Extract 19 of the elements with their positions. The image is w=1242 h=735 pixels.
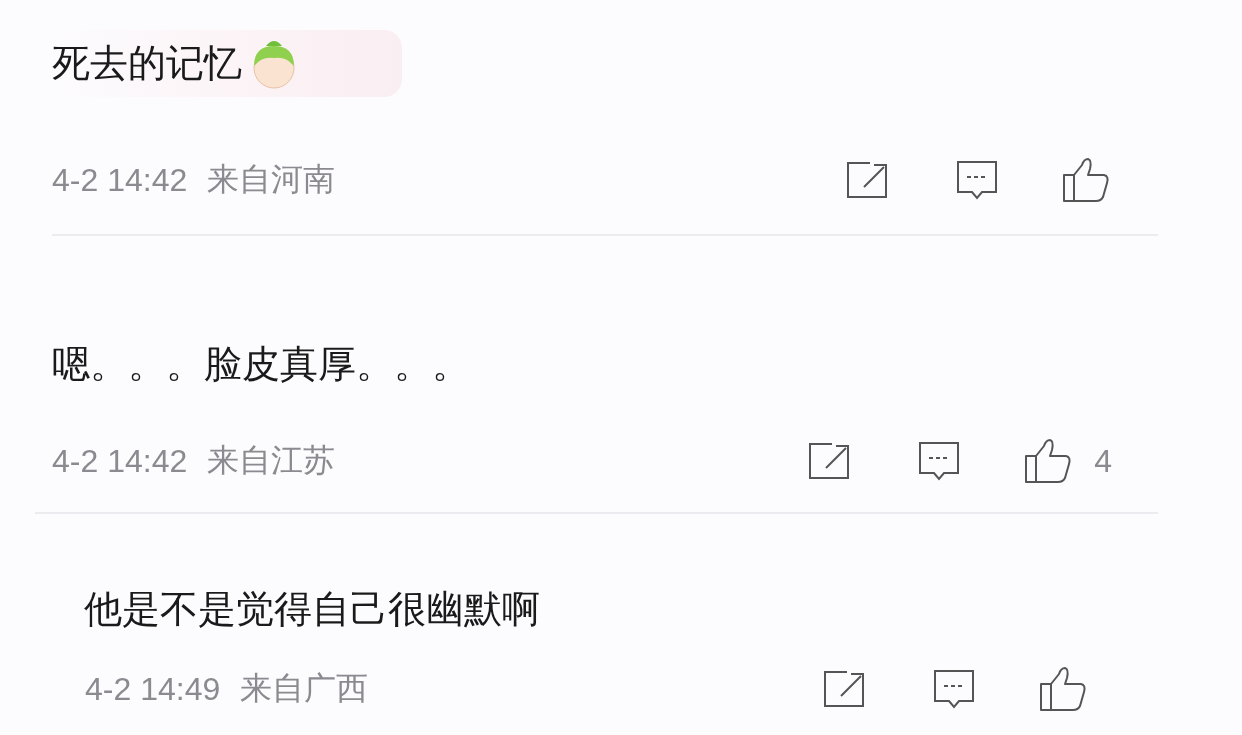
like-count: 4: [1094, 442, 1112, 480]
thumbs-up-icon[interactable]: [1024, 438, 1073, 484]
comment-time: 4-2 14:42: [52, 161, 188, 199]
comment-icon[interactable]: [933, 669, 975, 709]
comment-text: 死去的记忆: [52, 40, 242, 87]
comment-icon[interactable]: [956, 160, 998, 200]
share-icon[interactable]: [846, 161, 888, 199]
comment-location: 来自广西: [240, 669, 369, 708]
comment-time: 4-2 14:42: [52, 442, 188, 480]
thumbs-up-icon[interactable]: [1039, 666, 1087, 712]
share-icon[interactable]: [823, 670, 865, 708]
thumbs-up-icon[interactable]: [1062, 157, 1110, 203]
comment-text: 他是不是觉得自己很幽默啊: [84, 586, 540, 633]
comment-location: 来自江苏: [207, 441, 336, 480]
comment-time: 4-2 14:49: [85, 670, 221, 708]
comment-location: 来自河南: [207, 160, 336, 199]
share-icon[interactable]: [808, 442, 851, 480]
comment-icon[interactable]: [918, 441, 961, 481]
comment-text: 嗯。。。脸皮真厚。。。: [52, 341, 470, 388]
